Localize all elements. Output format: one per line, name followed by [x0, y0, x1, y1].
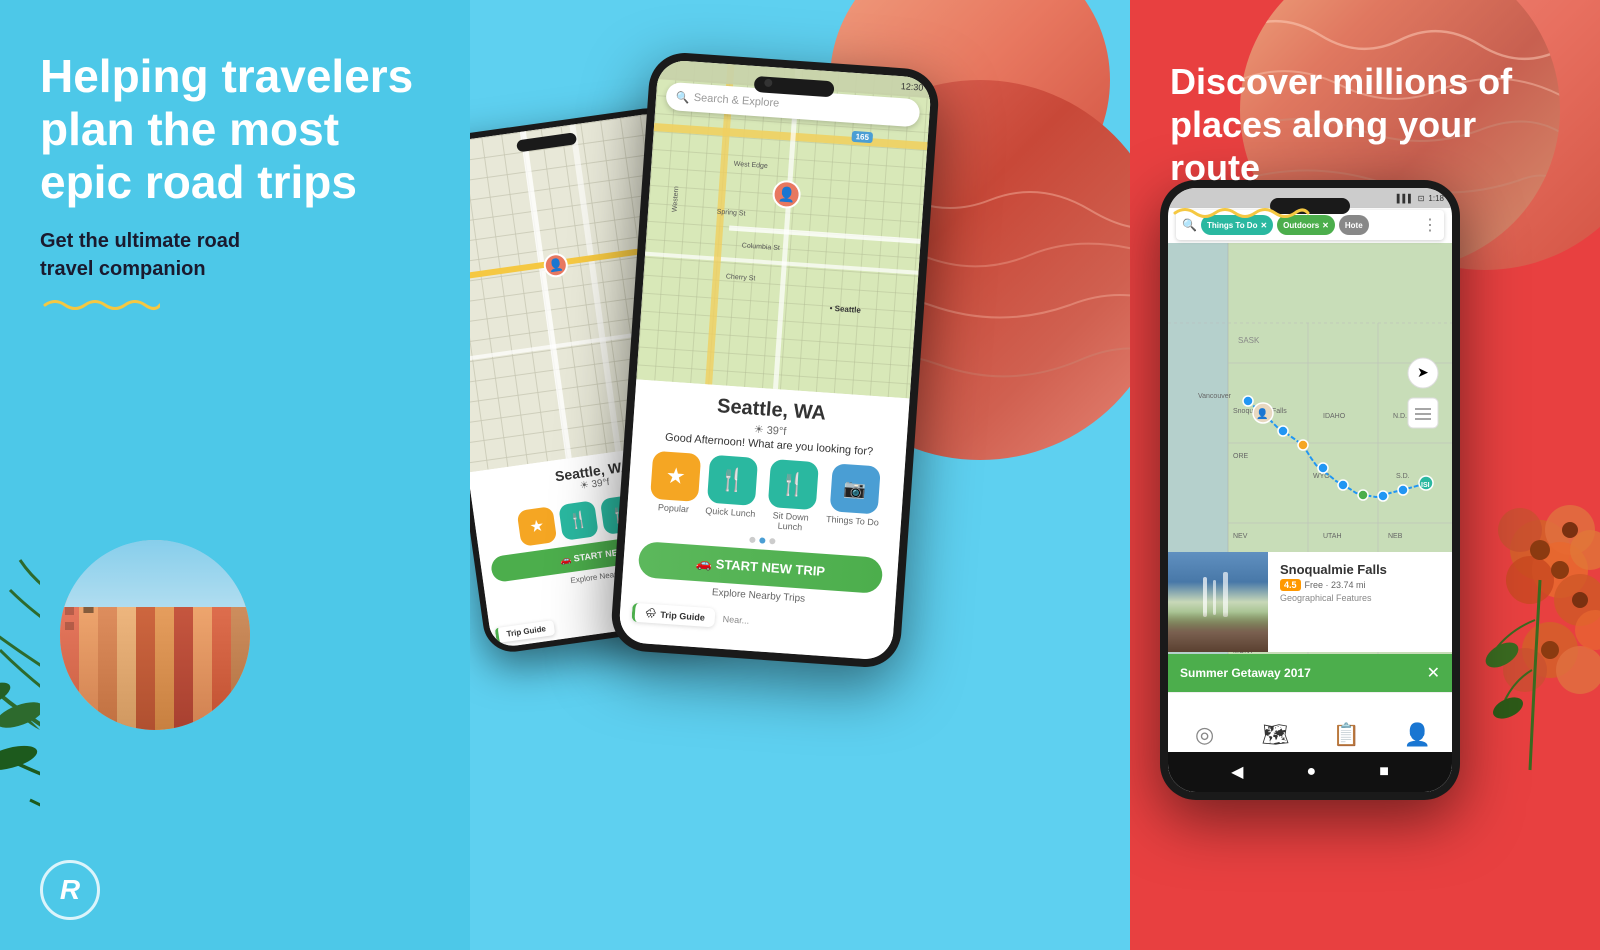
- trip-bar-close-icon[interactable]: ✕: [1427, 663, 1440, 683]
- svg-text:UTAH: UTAH: [1323, 533, 1342, 540]
- svg-text:Vancouver: Vancouver: [1198, 393, 1232, 400]
- svg-text:S.D.: S.D.: [1396, 473, 1410, 480]
- right-headline: Discover millions of places along your r…: [1170, 60, 1560, 229]
- right-headline-text: Discover millions of places along your r…: [1170, 60, 1560, 190]
- route-badge: 165: [851, 131, 873, 143]
- svg-text:NEV: NEV: [1233, 533, 1248, 540]
- home-button[interactable]: ●: [1306, 763, 1316, 781]
- svg-text:➤: ➤: [1417, 364, 1429, 380]
- android-nav: ◀ ● ■: [1168, 752, 1452, 792]
- popular-label: Popular: [658, 502, 690, 514]
- phone-right: ▌▌▌ ⊡ 1:18 🔍 Things To Do ✕ Outdoors: [1160, 180, 1460, 800]
- svg-text:N.D.: N.D.: [1393, 413, 1407, 420]
- svg-text:IDAHO: IDAHO: [1323, 413, 1346, 420]
- right-squiggle: [1170, 202, 1310, 224]
- cat-sit-down-lunch[interactable]: 🍴 Sit Down Lunch: [762, 459, 822, 534]
- map-label-western: Western: [671, 186, 680, 212]
- roadtrippers-logo: R: [40, 860, 100, 920]
- trip-guide-icon: 🌧: [645, 608, 657, 620]
- things-to-do-label: Things To Do: [826, 514, 879, 528]
- left-panel: Helping travelers plan the most epic roa…: [0, 0, 470, 950]
- quick-lunch-icon: 🍴: [718, 467, 747, 495]
- right-panel: Discover millions of places along your r…: [1130, 0, 1600, 950]
- city-photo: [60, 540, 250, 730]
- quick-lunch-label: Quick Lunch: [705, 506, 756, 519]
- recents-button[interactable]: ■: [1379, 763, 1389, 781]
- svg-text:ISI: ISI: [1421, 482, 1430, 489]
- snoqualmie-card[interactable]: Snoqualmie Falls 4.5 Free · 23.74 mi Geo…: [1168, 552, 1452, 652]
- place-rating: 4.5 Free · 23.74 mi: [1280, 579, 1440, 591]
- popular-icon: ★: [665, 463, 686, 490]
- trip-guide-card-left: Trip Guide: [495, 620, 555, 643]
- snoqualmie-info: Snoqualmie Falls 4.5 Free · 23.74 mi Geo…: [1268, 552, 1452, 652]
- svg-text:SASK: SASK: [1238, 336, 1260, 345]
- search-icon-center: 🔍: [676, 90, 691, 104]
- svg-text:NEB: NEB: [1388, 533, 1403, 540]
- subtext: Get the ultimate road travel companion: [40, 227, 470, 283]
- center-phone-bottom: Seattle, WA ☀ 39°f Good Afternoon! What …: [618, 380, 910, 661]
- trip-name: Summer Getaway 2017: [1180, 666, 1311, 680]
- place-type: Geographical Features: [1280, 593, 1440, 603]
- middle-panel: 👤 • Seattle Seattle, WA ☀ 39°f ★ 🍴 🍴 📷 🚗…: [470, 0, 1130, 950]
- place-title: Snoqualmie Falls: [1280, 562, 1440, 577]
- map-icon: 🗺: [1262, 722, 1290, 748]
- squiggle-decoration: [40, 295, 160, 315]
- nearby-bottom-text: Near...: [722, 609, 750, 630]
- things-to-do-icon: 📷: [843, 478, 867, 501]
- cat-things-to-do[interactable]: 📷 Things To Do: [825, 463, 883, 538]
- phone-center: 12:30 🔍 Search & Explore: [609, 51, 940, 670]
- cat-popular[interactable]: ★ Popular: [648, 451, 701, 525]
- guides-icon: 📋: [1333, 722, 1360, 748]
- left-headline: Helping travelers plan the most epic roa…: [40, 50, 470, 950]
- back-button[interactable]: ◀: [1231, 762, 1243, 782]
- center-phone-map: 12:30 🔍 Search & Explore: [636, 59, 932, 399]
- snoqualmie-image: [1168, 552, 1268, 652]
- cat-quick-lunch[interactable]: 🍴 Quick Lunch: [704, 455, 759, 529]
- sit-down-icon: 🍴: [778, 471, 807, 499]
- place-details: Free · 23.74 mi: [1305, 580, 1366, 590]
- trip-bar[interactable]: Summer Getaway 2017 ✕: [1168, 654, 1452, 692]
- rating-badge: 4.5: [1280, 579, 1301, 591]
- profile-icon: 👤: [1404, 722, 1431, 748]
- svg-text:👤: 👤: [1256, 407, 1268, 420]
- svg-text:ORE: ORE: [1233, 453, 1249, 460]
- trip-guide-card-center[interactable]: 🌧 Trip Guide: [631, 603, 715, 628]
- right-phone-content: ▌▌▌ ⊡ 1:18 🔍 Things To Do ✕ Outdoors: [1168, 188, 1452, 792]
- headline-text: Helping travelers plan the most epic roa…: [40, 50, 470, 209]
- nearby-icon: ◎: [1195, 722, 1214, 748]
- sit-down-label: Sit Down Lunch: [762, 510, 818, 534]
